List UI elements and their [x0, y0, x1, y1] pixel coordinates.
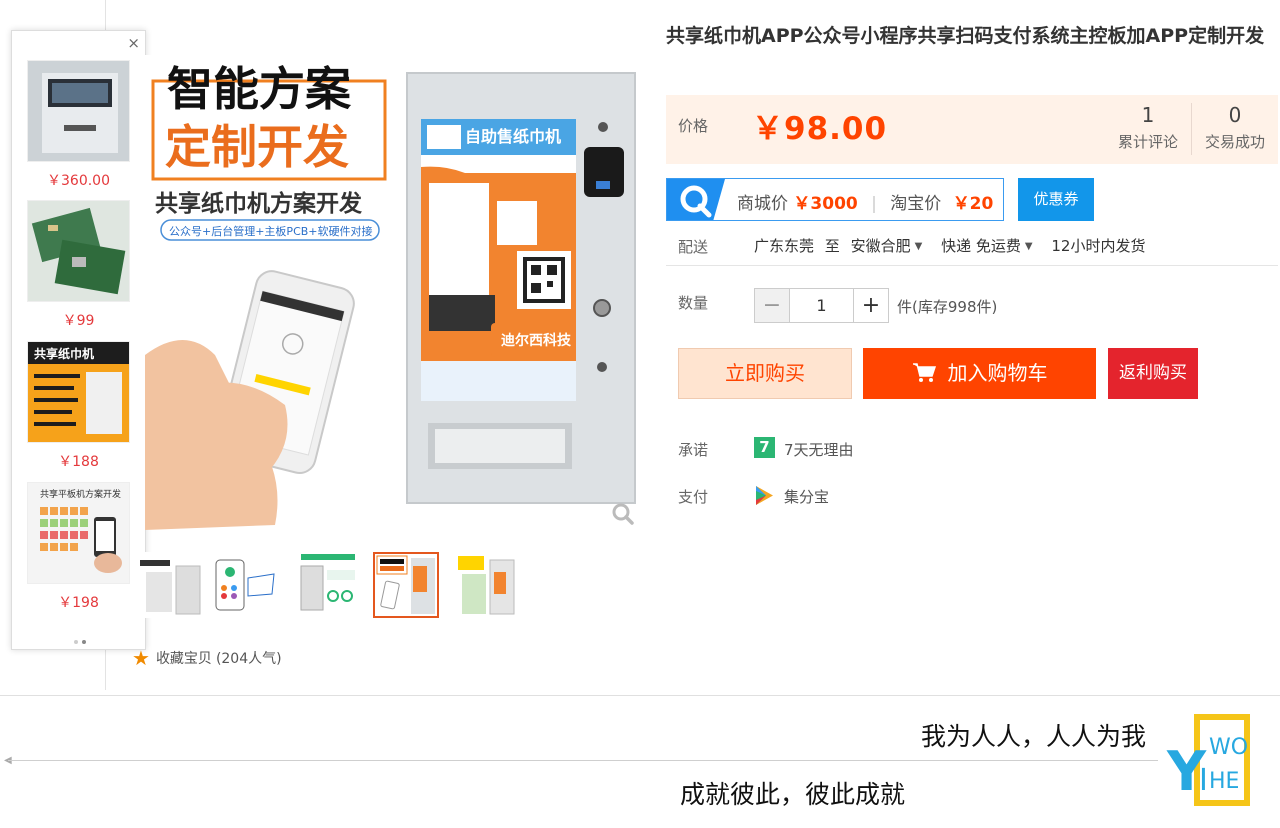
yiwohe-logo: Y I WO HE [1166, 714, 1250, 806]
product-title: 共享纸巾机APP公众号小程序共享扫码支付系统主控板加APP定制开发 [666, 25, 1265, 47]
tagline: 公众号+后台管理+主板PCB+软硬件对接 [169, 224, 373, 238]
ship-method-select[interactable]: 快递 免运费 [941, 237, 1021, 255]
ship-from: 广东东莞 [754, 237, 815, 255]
thumb-title: 共享纸巾机 [34, 346, 94, 361]
slogan-2: 成就彼此，彼此成就 [680, 780, 906, 809]
taobao-price: ￥20 [952, 194, 994, 214]
seven-day-icon: 7 [754, 437, 775, 458]
recommend-item[interactable]: 共享纸巾机 ￥188 [27, 341, 130, 471]
promise-label: 承诺 [678, 441, 709, 459]
shipping-label: 配送 [678, 238, 709, 256]
mall-price-label: 商城价 [737, 194, 788, 214]
price-panel: 价格 ￥98.00 1 累计评论 0 交易成功 [666, 95, 1278, 164]
coupon-button[interactable]: 优惠券 [1018, 178, 1094, 221]
svg-text:I: I [1199, 763, 1208, 798]
star-icon: ★ [132, 646, 150, 670]
headline-2: 定制开发 [165, 120, 349, 174]
stock-text: 件(库存998件) [897, 298, 998, 316]
recommend-panel: × ￥360.00 ￥99 共享纸巾机 ￥188 共享平板机方案开发 ￥198 [11, 30, 146, 650]
product-page: × ￥360.00 ￥99 共享纸巾机 ￥188 共享平板机方案开发 ￥198 [0, 0, 1280, 696]
divider [666, 265, 1278, 266]
add-to-cart-button[interactable]: 加入购物车 [863, 348, 1096, 399]
image-thumbnail[interactable] [212, 552, 278, 618]
recommend-item[interactable]: ￥360.00 [27, 60, 130, 190]
product-thumbnail[interactable] [27, 200, 130, 302]
recommend-price[interactable]: ￥198 [27, 592, 130, 612]
recommend-item[interactable]: ￥99 [27, 200, 130, 330]
price-label: 价格 [678, 117, 709, 135]
product-thumbnail[interactable] [27, 60, 130, 162]
payment-text[interactable]: 集分宝 [784, 486, 829, 507]
chevron-down-icon[interactable]: ▼ [1025, 241, 1033, 252]
ship-to-word: 至 [824, 237, 840, 255]
review-count-label: 累计评论 [1117, 133, 1178, 151]
sales-count: 0 [1228, 103, 1242, 127]
product-thumbnail[interactable]: 共享平板机方案开发 [27, 482, 130, 584]
recommend-price[interactable]: ￥360.00 [27, 170, 130, 190]
pager-dots[interactable] [74, 629, 90, 648]
jifenbao-icon [756, 486, 773, 505]
review-count-stat[interactable]: 1 累计评论 [1116, 103, 1180, 152]
plus-button[interactable]: + [853, 288, 889, 323]
minus-button[interactable]: − [754, 288, 790, 323]
divider [1191, 103, 1192, 155]
product-thumbnail[interactable]: 共享纸巾机 [27, 341, 130, 443]
quantity-stepper: − 1 + [754, 288, 889, 323]
image-thumbnail[interactable] [452, 552, 518, 618]
divider [8, 760, 1158, 761]
footer-banner: ◀ 我为人人，人人为我 成就彼此，彼此成就 Y I WO HE [0, 697, 1280, 828]
mall-price: ￥3000 [793, 194, 858, 214]
buy-now-button[interactable]: 立即购买 [678, 348, 852, 399]
image-thumbnail[interactable] [140, 552, 206, 618]
recommend-item[interactable]: 共享平板机方案开发 ￥198 [27, 482, 130, 612]
dispatch-time: 12小时内发货 [1051, 237, 1146, 255]
zoom-icon[interactable] [612, 503, 634, 525]
promise-text[interactable]: 7天无理由 [784, 439, 854, 460]
sub-headline: 共享纸巾机方案开发 [155, 190, 362, 217]
main-product-image[interactable]: 智能方案 定制开发 共享纸巾机方案开发 公众号+后台管理+主板PCB+软硬件对接… [145, 55, 640, 530]
recommend-price[interactable]: ￥188 [27, 451, 130, 471]
close-icon[interactable]: × [127, 34, 140, 52]
favorite-label[interactable]: 收藏宝贝 [156, 648, 212, 668]
price-value: ￥98.00 [752, 111, 888, 147]
taobao-price-label: 淘宝价 [890, 194, 942, 214]
rebate-buy-button[interactable]: 返利购买 [1108, 348, 1198, 399]
add-to-cart-label: 加入购物车 [947, 361, 1048, 385]
price-compare-text: 商城价 ￥3000 | 淘宝价 ￥20 [737, 194, 994, 214]
chevron-down-icon[interactable]: ▼ [915, 241, 923, 252]
headline-1: 智能方案 [167, 62, 352, 116]
ship-to-select[interactable]: 安徽合肥 [851, 237, 911, 255]
price-compare-box: 商城价 ￥3000 | 淘宝价 ￥20 [666, 178, 1004, 221]
favorite-link[interactable]: ★ 收藏宝贝 (204人气) [132, 648, 282, 668]
svg-text:WO: WO [1209, 735, 1248, 760]
payment-label: 支付 [678, 488, 709, 506]
slogan-1: 我为人人，人人为我 [921, 722, 1147, 751]
sales-count-label: 交易成功 [1204, 133, 1265, 151]
recommend-price[interactable]: ￥99 [27, 310, 130, 330]
shipping-row: 广东东莞 至 安徽合肥 ▼ 快递 免运费 ▼ 12小时内发货 [754, 235, 1145, 256]
image-thumbnail[interactable] [295, 552, 361, 618]
quantity-input[interactable]: 1 [790, 288, 853, 323]
sales-count-stat: 0 交易成功 [1200, 103, 1270, 152]
thumb-title: 共享平板机方案开发 [40, 488, 121, 500]
quantity-label: 数量 [678, 294, 709, 312]
cart-icon [912, 363, 936, 382]
review-count: 1 [1141, 103, 1155, 127]
machine-brand: 迪尔西科技 [501, 332, 572, 349]
svg-text:HE: HE [1209, 769, 1239, 794]
machine-title: 自助售纸巾机 [465, 127, 561, 146]
q-logo-icon [667, 179, 725, 220]
image-thumbnail-active[interactable] [373, 552, 439, 618]
favorite-count: (204人气) [215, 651, 282, 667]
